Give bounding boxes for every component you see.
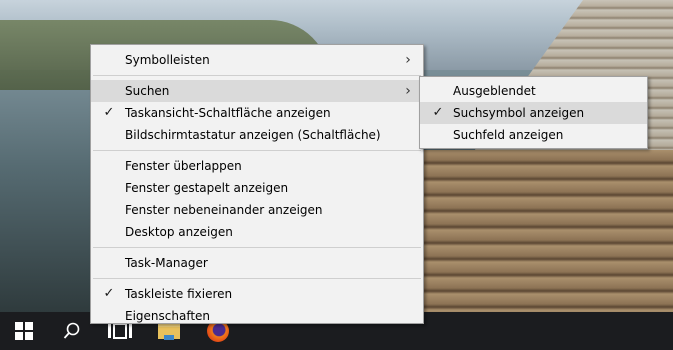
menu-item-symbolleisten[interactable]: Symbolleisten › [91,49,423,71]
windows-start-icon [15,322,33,340]
menu-separator [93,247,421,248]
menu-item-label: Taskansicht-Schaltfläche anzeigen [125,106,331,120]
menu-item-fenster-gestapelt[interactable]: Fenster gestapelt anzeigen [91,177,423,199]
menu-item-suchen[interactable]: Suchen › [91,80,423,102]
search-icon [63,322,80,339]
search-submenu: Ausgeblendet ✓ Suchsymbol anzeigen Suchf… [419,76,648,149]
menu-item-eigenschaften[interactable]: Eigenschaften [91,305,423,327]
taskbar-context-menu: Symbolleisten › Suchen › ✓ Taskansicht-S… [90,44,424,324]
checkmark-icon: ✓ [103,286,115,301]
submenu-item-suchsymbol-anzeigen[interactable]: ✓ Suchsymbol anzeigen [420,102,647,124]
menu-item-label: Suchen [125,84,170,98]
menu-item-label: Suchsymbol anzeigen [453,106,585,120]
submenu-item-ausgeblendet[interactable]: Ausgeblendet [420,80,647,102]
menu-item-label: Suchfeld anzeigen [453,128,564,142]
menu-item-label: Bildschirmtastatur anzeigen (Schaltfläch… [125,128,381,142]
start-button[interactable] [0,312,48,350]
checkmark-icon: ✓ [432,105,444,120]
menu-item-fenster-ueberlappen[interactable]: Fenster überlappen [91,155,423,177]
menu-separator [93,150,421,151]
menu-item-fenster-nebeneinander[interactable]: Fenster nebeneinander anzeigen [91,199,423,221]
menu-separator [93,75,421,76]
menu-item-label: Fenster nebeneinander anzeigen [125,203,323,217]
menu-item-label: Eigenschaften [125,309,211,323]
menu-item-label: Ausgeblendet [453,84,536,98]
wallpaper-boardwalk-planks [413,150,673,312]
menu-item-label: Desktop anzeigen [125,225,233,239]
menu-item-bildschirmtastatur[interactable]: Bildschirmtastatur anzeigen (Schaltfläch… [91,124,423,146]
menu-item-task-manager[interactable]: Task-Manager [91,252,423,274]
menu-item-label: Task-Manager [125,256,208,270]
submenu-arrow-icon: › [405,83,411,99]
menu-item-label: Taskleiste fixieren [125,287,233,301]
submenu-item-suchfeld-anzeigen[interactable]: Suchfeld anzeigen [420,124,647,146]
menu-item-label: Fenster gestapelt anzeigen [125,181,289,195]
checkmark-icon: ✓ [103,105,115,120]
menu-separator [93,278,421,279]
menu-item-label: Symbolleisten [125,53,210,67]
menu-item-taskansicht-schaltflaeche[interactable]: ✓ Taskansicht-Schaltfläche anzeigen [91,102,423,124]
menu-item-taskleiste-fixieren[interactable]: ✓ Taskleiste fixieren [91,283,423,305]
menu-item-desktop-anzeigen[interactable]: Desktop anzeigen [91,221,423,243]
search-button[interactable] [48,312,96,350]
submenu-arrow-icon: › [405,52,411,68]
menu-item-label: Fenster überlappen [125,159,242,173]
